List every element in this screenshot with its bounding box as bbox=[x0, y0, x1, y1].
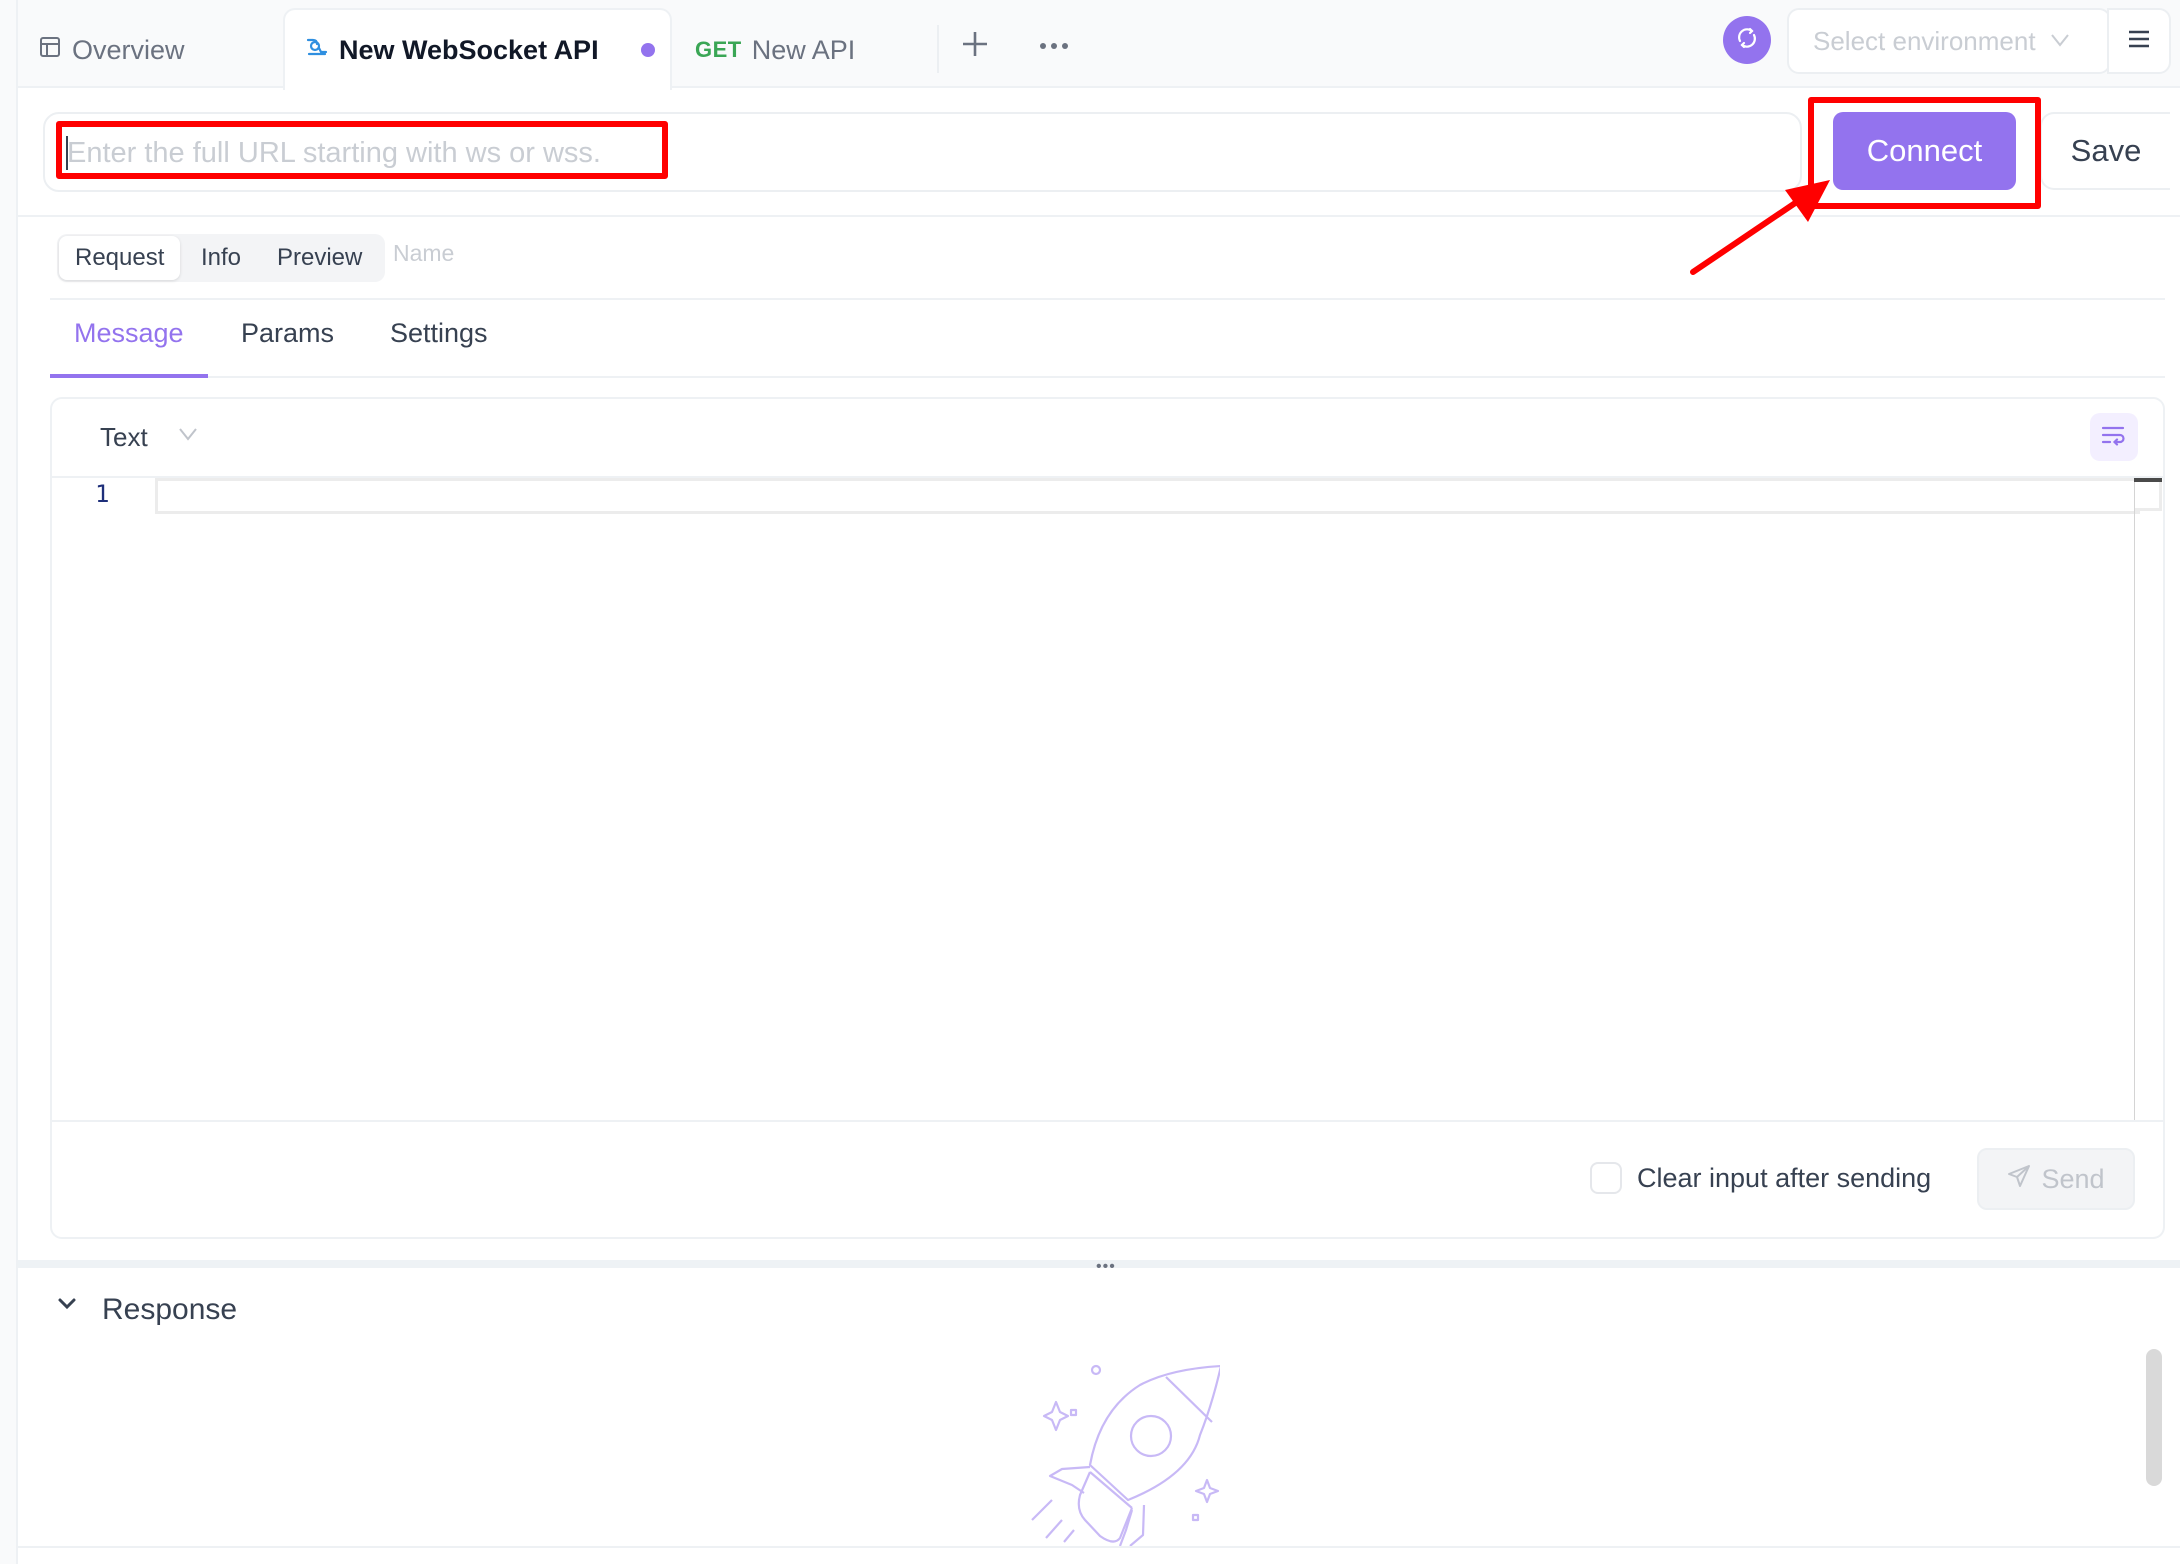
response-title: Response bbox=[102, 1293, 238, 1326]
divider bbox=[18, 215, 2180, 217]
hamburger-icon bbox=[2127, 29, 2151, 54]
save-button[interactable]: Save bbox=[2040, 112, 2170, 190]
name-input[interactable]: Name bbox=[393, 240, 454, 267]
annotation-highlight-url-input bbox=[56, 121, 668, 179]
view-switch: Request Info Preview bbox=[57, 234, 385, 282]
sync-icon bbox=[1734, 25, 1760, 56]
tab-label: New WebSocket API bbox=[339, 34, 599, 65]
send-button[interactable]: Send bbox=[1977, 1148, 2135, 1210]
annotation-arrow-icon bbox=[1690, 180, 1830, 275]
view-switch-info[interactable]: Info bbox=[201, 234, 241, 282]
editor-scrollbar[interactable] bbox=[2134, 478, 2135, 1120]
wrap-lines-button[interactable] bbox=[2090, 413, 2138, 461]
tab-get-new-api[interactable]: GET New API bbox=[695, 12, 855, 88]
environment-select-placeholder: Select environment bbox=[1813, 25, 2036, 56]
tab-label: Overview bbox=[72, 34, 185, 65]
http-method-badge: GET bbox=[695, 37, 742, 62]
rocket-illustration bbox=[990, 1360, 1223, 1547]
response-scrollbar[interactable] bbox=[2146, 1349, 2162, 1486]
subtab-message[interactable]: Message bbox=[74, 318, 184, 349]
clear-input-checkbox[interactable] bbox=[1590, 1162, 1622, 1194]
active-subtab-indicator bbox=[50, 374, 208, 378]
editor-footer-divider bbox=[52, 1120, 2163, 1122]
tab-separator bbox=[937, 25, 939, 73]
clear-input-label[interactable]: Clear input after sending bbox=[1637, 1163, 1931, 1194]
message-editor bbox=[50, 397, 2165, 1239]
view-switch-request[interactable]: Request bbox=[59, 236, 181, 280]
send-label: Send bbox=[2041, 1163, 2105, 1194]
subtab-params[interactable]: Params bbox=[241, 318, 334, 349]
chevron-down-icon[interactable] bbox=[178, 424, 198, 447]
send-icon bbox=[2007, 1164, 2031, 1195]
plus-icon bbox=[961, 30, 989, 63]
main-menu-button[interactable] bbox=[2107, 8, 2171, 74]
format-select[interactable]: Text bbox=[100, 422, 148, 453]
add-tab-button[interactable] bbox=[955, 22, 995, 70]
websocket-icon bbox=[305, 35, 329, 66]
sync-button[interactable] bbox=[1723, 16, 1771, 64]
environment-select[interactable]: Select environment bbox=[1787, 8, 2111, 74]
tab-new-websocket-api[interactable]: New WebSocket API bbox=[283, 8, 672, 90]
more-tabs-button[interactable] bbox=[1032, 22, 1076, 70]
divider bbox=[50, 298, 2165, 300]
line-number: 1 bbox=[95, 480, 110, 508]
subtab-settings[interactable]: Settings bbox=[390, 318, 488, 349]
view-switch-preview[interactable]: Preview bbox=[277, 234, 362, 282]
collapse-response-button[interactable] bbox=[56, 1296, 78, 1317]
more-horizontal-icon bbox=[1039, 37, 1069, 55]
editor-overview-ruler bbox=[2135, 482, 2162, 511]
splitter-handle[interactable]: ••• bbox=[1096, 1258, 1116, 1276]
left-sidebar-edge bbox=[0, 0, 18, 1564]
tab-label: New API bbox=[751, 34, 856, 65]
chevron-down-icon bbox=[2050, 30, 2070, 53]
subtab-divider bbox=[50, 376, 2165, 378]
bottom-divider bbox=[18, 1546, 2180, 1548]
wrap-lines-icon bbox=[2101, 424, 2127, 451]
tab-overview[interactable]: Overview bbox=[38, 12, 185, 88]
chevron-down-icon bbox=[56, 1298, 78, 1316]
code-input-line[interactable] bbox=[155, 478, 2140, 514]
layout-icon bbox=[38, 35, 62, 66]
unsaved-dot-icon bbox=[640, 43, 655, 57]
